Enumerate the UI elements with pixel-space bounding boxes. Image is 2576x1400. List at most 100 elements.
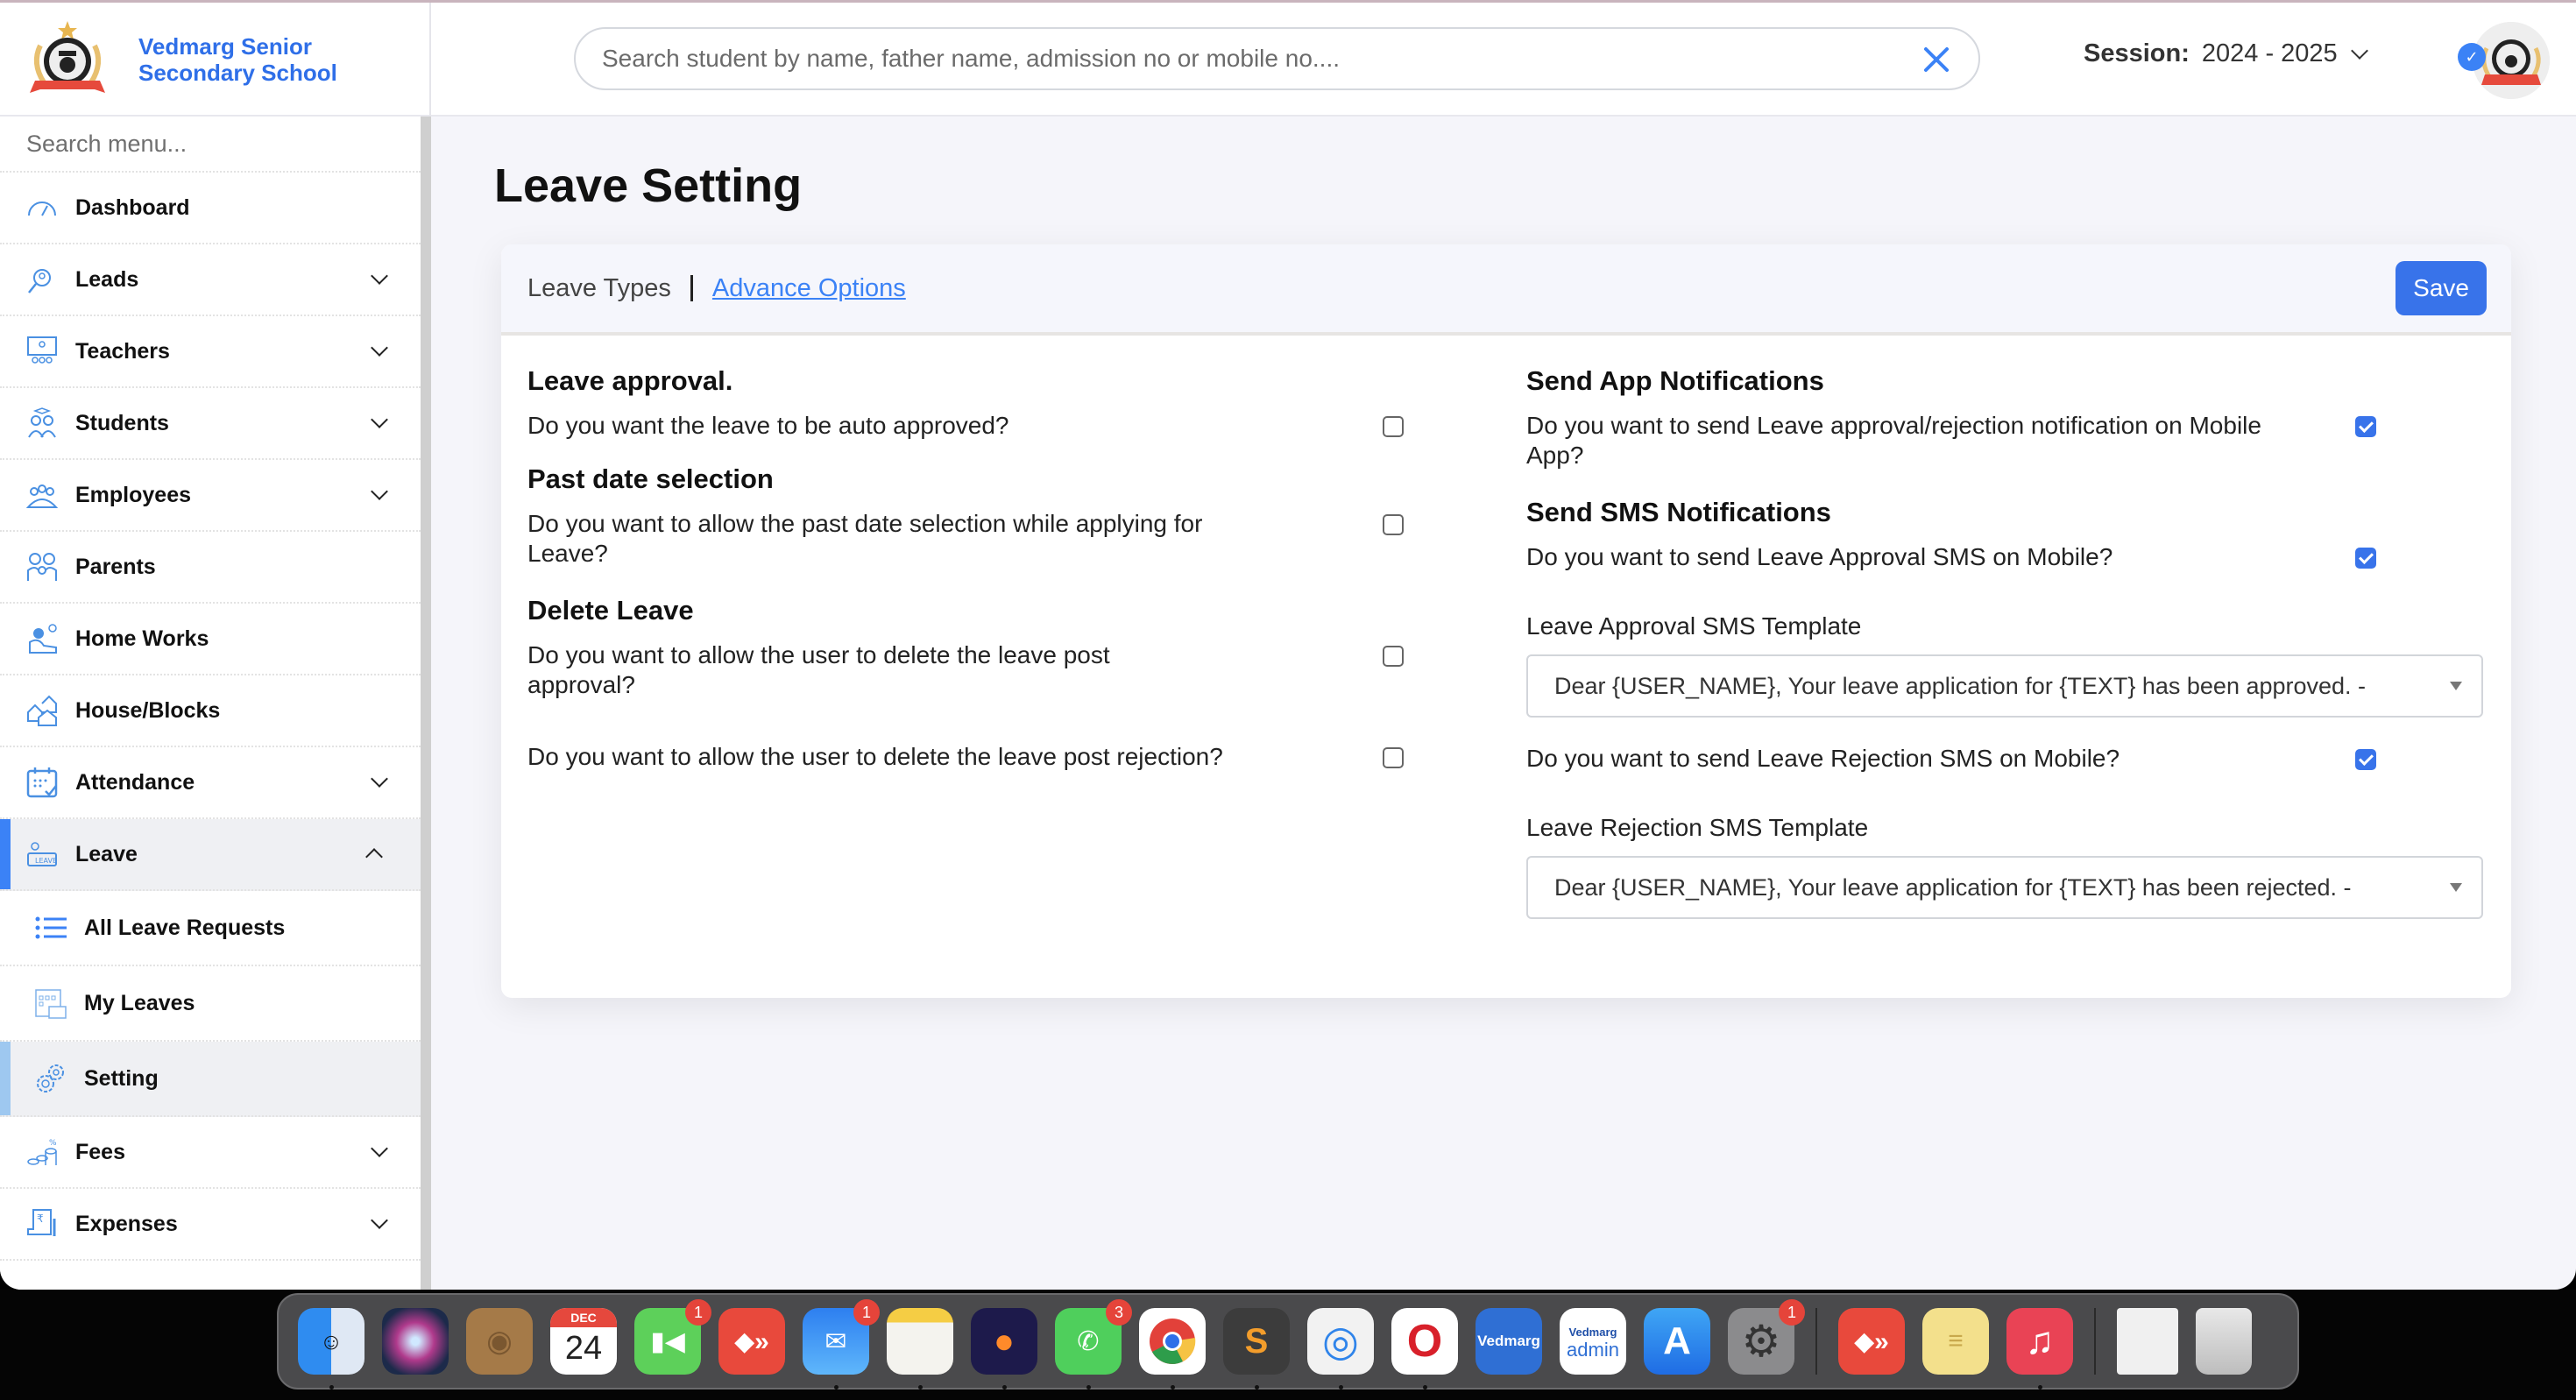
sidebar-item-label: Employees	[75, 482, 192, 507]
sidebar-item-label: Home Works	[75, 626, 209, 651]
sms-approval-checkbox[interactable]	[2355, 548, 2376, 569]
dock-vedmarg-admin-icon[interactable]: Vedmarg admin	[1560, 1308, 1626, 1375]
gear-icon	[35, 1063, 67, 1094]
sidebar-subitem-my-leaves[interactable]: My Leaves	[0, 966, 421, 1042]
dock-mail-icon[interactable]: ✉ 1	[803, 1299, 880, 1389]
dock-app-store-icon[interactable]: A	[1644, 1308, 1710, 1375]
dock-siri-icon[interactable]	[382, 1308, 449, 1375]
dock-archive-icon[interactable]	[2117, 1308, 2178, 1375]
app-notification-checkbox[interactable]	[2355, 416, 2376, 437]
card-header: Leave Types Advance Options Save	[501, 244, 2511, 336]
chevron-up-icon	[365, 848, 383, 866]
setting-question: Do you want to send Leave approval/rejec…	[1526, 412, 2261, 469]
dock-chrome-icon[interactable]	[1139, 1308, 1206, 1389]
student-search-input[interactable]	[602, 45, 1921, 73]
setting-question: Do you want the leave to be auto approve…	[527, 412, 1009, 439]
sidebar-item-label: Fees	[75, 1139, 125, 1164]
setting-sms-rejection: Do you want to send Leave Rejection SMS …	[1526, 744, 2490, 774]
school-logo-icon	[28, 19, 107, 100]
setting-delete-post-approval: Do you want to allow the user to delete …	[527, 640, 1404, 700]
dock-anydesk-recent-icon[interactable]: ◆»	[1838, 1308, 1905, 1375]
sidebar-scrollbar[interactable]	[421, 117, 431, 1290]
sidebar-item-leave[interactable]: LEAVE Leave	[0, 819, 421, 891]
dock-badge: 1	[1779, 1299, 1805, 1326]
house-icon	[26, 695, 58, 726]
sidebar-subitem-setting[interactable]: Setting	[0, 1042, 421, 1117]
dock-contacts-icon[interactable]: ◉	[466, 1308, 533, 1375]
svg-text:LEAVE: LEAVE	[35, 857, 57, 865]
chevron-down-icon	[371, 1212, 388, 1229]
sidebar-item-fees[interactable]: % Fees	[0, 1117, 421, 1189]
sidebar-item-students[interactable]: Students	[0, 388, 421, 460]
dock-sublime-icon[interactable]: S	[1223, 1308, 1290, 1389]
sidebar-subitem-label: All Leave Requests	[84, 915, 286, 940]
sidebar-item-house-blocks[interactable]: House/Blocks	[0, 675, 421, 747]
dock-notes-icon[interactable]	[887, 1308, 953, 1389]
sidebar-item-dashboard[interactable]: Dashboard	[0, 173, 421, 244]
past-date-checkbox[interactable]	[1383, 514, 1404, 535]
dock-finder-icon[interactable]: ☺	[298, 1308, 364, 1389]
settings-right-column: Send App Notifications Do you want to se…	[1526, 341, 2490, 919]
dock-separator	[2094, 1308, 2096, 1375]
app-window: Vedmarg Senior Secondary School Session:…	[0, 0, 2576, 1290]
sidebar-item-expenses[interactable]: ₹ Expenses	[0, 1189, 421, 1261]
dock-vedmarg-icon[interactable]: Vedmarg	[1476, 1308, 1542, 1375]
section-title-sms-notifications: Send SMS Notifications	[1526, 497, 1831, 527]
sidebar: Dashboard Leads Teachers Students	[0, 117, 421, 1290]
rejection-template-select[interactable]: Dear {USER_NAME}, Your leave application…	[1526, 856, 2483, 919]
dock-safari-icon[interactable]: ◎	[1307, 1308, 1374, 1389]
calendar-briefcase-icon	[35, 987, 67, 1019]
homework-icon	[26, 623, 58, 654]
dock-system-settings-icon[interactable]: ⚙ 1	[1728, 1299, 1805, 1375]
brand[interactable]: Vedmarg Senior Secondary School	[0, 3, 431, 117]
tab-leave-types[interactable]: Leave Types	[527, 274, 671, 303]
session-selector[interactable]: Session: 2024 - 2025	[2084, 39, 2368, 68]
sidebar-item-attendance[interactable]: Attendance	[0, 747, 421, 819]
dock-stickies-icon[interactable]: ≡	[1922, 1308, 1989, 1375]
dock-badge: 3	[1106, 1299, 1132, 1326]
rejection-template-value: Dear {USER_NAME}, Your leave application…	[1554, 873, 2352, 901]
menu-search	[0, 117, 421, 173]
auto-approve-checkbox[interactable]	[1383, 416, 1404, 437]
menu-search-input[interactable]	[26, 130, 394, 158]
dock-trash-icon[interactable]	[2196, 1308, 2252, 1375]
dock-anydesk-icon[interactable]: ◆»	[718, 1308, 785, 1375]
verified-badge-icon: ✓	[2458, 43, 2486, 71]
calendar-day: 24	[564, 1330, 603, 1367]
sms-rejection-checkbox[interactable]	[2355, 749, 2376, 770]
sidebar-item-employees[interactable]: Employees	[0, 460, 421, 532]
students-icon	[26, 407, 58, 439]
sidebar-subitem-label: My Leaves	[84, 990, 195, 1015]
sidebar-item-label: Dashboard	[75, 194, 190, 220]
sidebar-item-label: Attendance	[75, 769, 195, 795]
delete-post-rejection-checkbox[interactable]	[1383, 747, 1404, 768]
save-button[interactable]: Save	[2396, 261, 2487, 315]
leave-icon: LEAVE	[26, 838, 58, 870]
dock-whatsapp-icon[interactable]: ✆ 3	[1055, 1299, 1132, 1389]
sidebar-item-label: Expenses	[75, 1211, 178, 1236]
chevron-down-icon	[371, 483, 388, 500]
dashboard-icon	[26, 192, 58, 223]
approval-template-select[interactable]: Dear {USER_NAME}, Your leave application…	[1526, 654, 2483, 718]
sidebar-item-label: Leave	[75, 841, 138, 866]
dock-opera-icon[interactable]: O	[1391, 1308, 1458, 1389]
sidebar-item-parents[interactable]: Parents	[0, 532, 421, 604]
dock-badge: 1	[685, 1299, 711, 1326]
student-search-bar	[574, 27, 1980, 90]
sidebar-item-teachers[interactable]: Teachers	[0, 316, 421, 388]
dock-facetime-icon[interactable]: ▮◀ 1	[634, 1299, 711, 1375]
delete-post-approval-checkbox[interactable]	[1383, 646, 1404, 667]
sidebar-subitem-label: Setting	[84, 1065, 159, 1091]
dock-calendar-icon[interactable]: DEC 24	[550, 1308, 617, 1375]
section-title-leave-approval: Leave approval.	[527, 365, 733, 396]
tab-advance-options[interactable]: Advance Options	[712, 274, 906, 303]
sidebar-item-leads[interactable]: Leads	[0, 244, 421, 316]
leave-settings-card: Leave Types Advance Options Save Leave a…	[501, 244, 2511, 998]
approval-template-value: Dear {USER_NAME}, Your leave application…	[1554, 672, 2367, 699]
sidebar-item-home-works[interactable]: Home Works	[0, 604, 421, 675]
dock-music-icon[interactable]: ♫	[2006, 1308, 2073, 1389]
dock-firefox-icon[interactable]: ●	[971, 1308, 1037, 1389]
clear-search-icon[interactable]	[1921, 43, 1952, 74]
sidebar-subitem-all-leave-requests[interactable]: All Leave Requests	[0, 891, 421, 966]
employees-icon	[26, 479, 58, 511]
